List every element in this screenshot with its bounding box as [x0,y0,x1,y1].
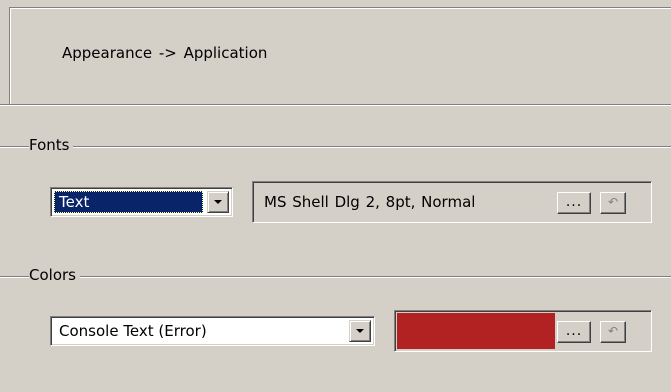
font-element-combo-value: Text [54,191,203,213]
chevron-down-icon [214,200,222,204]
font-value-text: MS Shell Dlg 2, 8pt, Normal [264,193,476,211]
color-element-dropdown-button[interactable] [349,320,371,342]
font-value-panel: MS Shell Dlg 2, 8pt, Normal ... ↶ [252,181,652,223]
page-title: Appearance -> Application [62,44,268,62]
undo-arrow-icon: ↶ [607,195,619,209]
color-element-combo[interactable]: Console Text (Error) [50,316,375,346]
colors-group-label: Colors [29,266,80,284]
undo-arrow-icon: ↶ [607,324,619,338]
color-value-panel: ... ↶ [394,310,652,352]
colors-group-line-highlight [0,277,671,278]
font-element-dropdown-button[interactable] [207,191,229,213]
color-browse-button[interactable]: ... [557,321,591,343]
header-frame-left-highlight [10,8,11,104]
chevron-down-icon [356,329,364,333]
font-element-combo[interactable]: Text [50,187,233,217]
preferences-panel: Appearance -> Application Fonts Text MS … [0,0,671,392]
font-browse-button[interactable]: ... [557,192,591,214]
font-reset-button[interactable]: ↶ [600,192,626,214]
header-frame-top-highlight [10,8,671,9]
color-swatch[interactable] [397,313,555,349]
fonts-group-label: Fonts [29,136,74,154]
header-divider-highlight [0,105,671,106]
color-reset-button[interactable]: ↶ [600,321,626,343]
fonts-group-line-highlight [0,147,671,148]
color-element-combo-value: Console Text (Error) [59,322,207,340]
